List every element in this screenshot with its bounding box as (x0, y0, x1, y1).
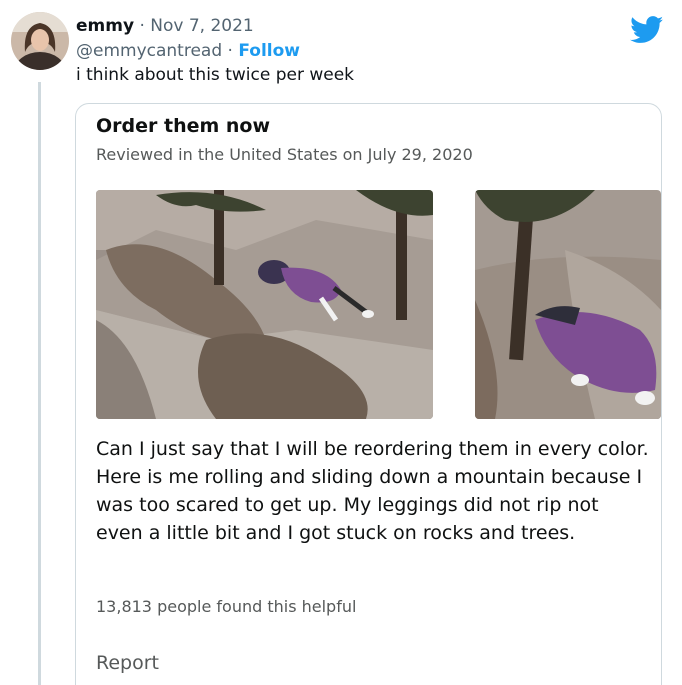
review-photo-1[interactable] (96, 190, 433, 419)
helpful-count: 13,813 people found this helpful (96, 597, 357, 616)
review-card[interactable]: Order them now Reviewed in the United St… (75, 103, 662, 685)
review-title: Order them now (96, 115, 271, 137)
review-body: Can I just say that I will be reordering… (96, 438, 649, 544)
report-link[interactable]: Report (96, 650, 159, 676)
thread-line (38, 82, 41, 685)
tweet-text: i think about this twice per week (76, 65, 355, 85)
avatar[interactable] (11, 12, 69, 70)
tweet: emmy · Nov 7, 2021 @emmycantread · Follo… (0, 0, 682, 685)
review-photo-2[interactable] (475, 190, 661, 419)
author-name[interactable]: emmy (76, 16, 134, 36)
author-handle[interactable]: @emmycantread (76, 41, 222, 61)
handle-row: @emmycantread · Follow (76, 40, 300, 62)
review-date: Reviewed in the United States on July 29… (96, 145, 473, 164)
separator-dot: · (139, 16, 145, 36)
follow-button[interactable]: Follow (238, 41, 300, 61)
twitter-bird-icon[interactable] (630, 16, 664, 44)
author-row: emmy · Nov 7, 2021 (76, 15, 254, 37)
separator-dot: · (227, 41, 233, 61)
tweet-date[interactable]: Nov 7, 2021 (150, 16, 253, 36)
